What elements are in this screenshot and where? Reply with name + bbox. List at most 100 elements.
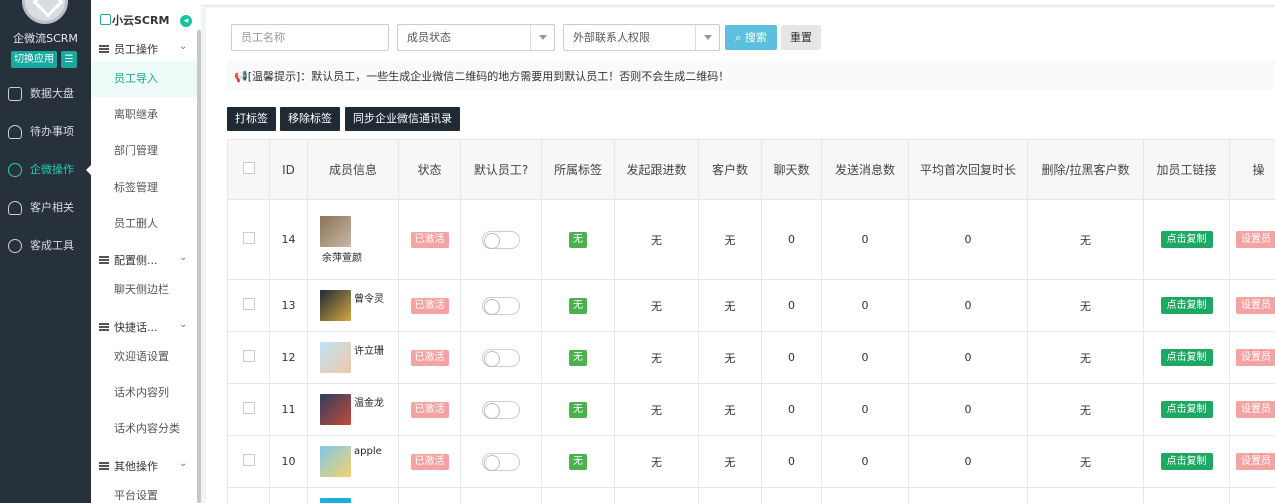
row-checkbox[interactable] <box>242 350 255 362</box>
sub-item-resign-inherit[interactable]: 离职继承 <box>91 97 197 133</box>
row-checkbox[interactable] <box>242 232 255 244</box>
sub-item-employee-delete[interactable]: 员工删人 <box>91 206 197 242</box>
col-header: 删除/拉黑客户数 <box>1027 139 1144 200</box>
switch-app-button[interactable]: 切换应用 <box>11 51 57 68</box>
cell-id: 11 <box>269 383 308 436</box>
default-employee-toggle[interactable] <box>482 348 520 367</box>
todo-user-icon <box>8 125 22 139</box>
sub-item-platform[interactable]: 平台设置 <box>91 478 197 503</box>
sub-item-script-list[interactable]: 话术内容列 <box>91 375 197 411</box>
table-row: 11 温金龙 已激活无无无 0 0 0 无点击复制 设置员 <box>227 383 1275 436</box>
customer-icon <box>8 201 22 215</box>
col-header: 操 <box>1229 139 1275 200</box>
cell-chats: 0 <box>761 435 822 488</box>
col-header: 默认员工? <box>460 139 542 200</box>
search-button[interactable]: ⌕ 搜索 <box>725 25 777 50</box>
select-all-checkbox[interactable] <box>242 162 255 174</box>
nav-item-label: 客成工具 <box>30 239 74 252</box>
set-employee-button[interactable]: 设置员 <box>1236 453 1275 470</box>
default-employee-toggle[interactable] <box>482 230 520 249</box>
tag-badge: 无 <box>569 297 587 314</box>
remove-tag-button[interactable]: 移除标签 <box>280 107 340 131</box>
cell-customers: 无 <box>698 279 762 332</box>
nav-item-wecom[interactable]: 企微操作 <box>0 152 92 188</box>
sub-item-tags[interactable]: 标签管理 <box>91 170 197 206</box>
cell-chats: 0 <box>761 279 822 332</box>
member-name: 许立珊 <box>354 346 384 357</box>
search-label: 搜索 <box>744 31 767 44</box>
cell-chats: 0 <box>761 331 822 384</box>
col-header: 状态 <box>398 139 461 200</box>
group-config-sidebar[interactable]: 配置侧... ⌄ <box>99 252 187 268</box>
copy-link-button[interactable]: 点击复制 <box>1160 453 1213 470</box>
nav-item-dashboard[interactable]: 数据大盘 <box>0 76 91 112</box>
member-status-select[interactable]: 成员状态 <box>397 24 555 51</box>
group-other[interactable]: 其他操作 ⌄ <box>99 458 187 474</box>
table-row <box>227 487 1275 503</box>
copy-link-button[interactable]: 点击复制 <box>1160 349 1213 366</box>
member-info: 温金龙 <box>309 394 398 425</box>
sync-contacts-button[interactable]: 同步企业微信通讯录 <box>345 107 460 131</box>
nav-item-customer[interactable]: 客户相关 <box>0 190 91 226</box>
reset-button[interactable]: 重置 <box>781 25 821 50</box>
row-checkbox[interactable] <box>242 402 255 414</box>
group-label: 其他操作 <box>114 460 158 473</box>
cell-messages: 0 <box>821 331 909 384</box>
nav-item-todo[interactable]: 待办事项 <box>0 114 91 150</box>
col-header: 客户数 <box>698 139 762 200</box>
tag-badge: 无 <box>569 349 587 366</box>
default-employee-toggle[interactable] <box>482 452 520 471</box>
group-employee-ops[interactable]: 员工操作 ⌄ <box>99 41 187 57</box>
cell-follow: 无 <box>614 435 699 488</box>
sub-item-welcome[interactable]: 欢迎语设置 <box>91 339 197 375</box>
chevron-up-icon: ⌄ <box>179 41 188 52</box>
copy-link-button[interactable]: 点击复制 <box>1160 401 1213 418</box>
sub-item-chat-sidebar[interactable]: 聊天侧边栏 <box>91 272 197 308</box>
cell-messages: 0 <box>821 435 909 488</box>
default-employee-toggle[interactable] <box>482 296 520 315</box>
cell-id: 13 <box>269 279 308 332</box>
cell-customers: 无 <box>698 331 762 384</box>
avatar <box>320 497 351 503</box>
copy-link-button[interactable]: 点击复制 <box>1160 297 1213 314</box>
cell-chats: 0 <box>761 383 822 436</box>
copy-link-button[interactable]: 点击复制 <box>1160 231 1213 248</box>
status-badge: 已激活 <box>410 453 449 470</box>
row-checkbox[interactable] <box>242 298 255 310</box>
sidebar-scrollbar[interactable] <box>197 30 201 503</box>
cell-chats: 0 <box>761 199 822 280</box>
switch-icon[interactable]: ☰ <box>61 51 77 68</box>
set-employee-button[interactable]: 设置员 <box>1236 401 1275 418</box>
collapse-sidebar-icon[interactable]: ◂ <box>180 15 192 27</box>
member-name: apple <box>354 446 382 457</box>
group-quick-reply[interactable]: 快捷话... ⌄ <box>99 319 187 335</box>
tag-button[interactable]: 打标签 <box>227 107 276 131</box>
sub-item-script-category[interactable]: 话术内容分类 <box>91 411 197 447</box>
cell-id: 12 <box>269 331 308 384</box>
sub-item-department[interactable]: 部门管理 <box>91 133 197 169</box>
set-employee-button[interactable]: 设置员 <box>1236 231 1275 248</box>
default-employee-toggle[interactable] <box>482 400 520 419</box>
member-info: 许立珊 <box>309 342 398 373</box>
row-checkbox[interactable] <box>242 454 255 466</box>
member-info: 余萍萱颜 <box>309 215 398 264</box>
external-contact-select[interactable]: 外部联系人权限 <box>563 24 720 51</box>
cell-messages: 0 <box>821 199 909 280</box>
cell-reply-time: 0 <box>908 331 1028 384</box>
table-row: 10 apple 已激活无无无 0 0 0 无点击复制 设置员 <box>227 435 1275 488</box>
employee-name-input[interactable]: 员工名称 <box>231 24 389 51</box>
nav-item-label: 客户相关 <box>30 201 74 214</box>
set-employee-button[interactable]: 设置员 <box>1236 349 1275 366</box>
nav-item-tools[interactable]: 客成工具 <box>0 228 91 264</box>
search-icon: ⌕ <box>735 31 742 44</box>
avatar <box>320 446 351 477</box>
col-header: 平均首次回复时长 <box>908 139 1028 200</box>
avatar <box>320 342 351 373</box>
cell-follow: 无 <box>614 279 699 332</box>
cell-deleted: 无 <box>1027 331 1144 384</box>
app-logo <box>22 0 68 24</box>
set-employee-button[interactable]: 设置员 <box>1236 297 1275 314</box>
sub-item-employee-import[interactable]: 员工导入 <box>91 61 197 97</box>
cell-customers: 无 <box>698 435 762 488</box>
list-icon <box>99 323 109 331</box>
